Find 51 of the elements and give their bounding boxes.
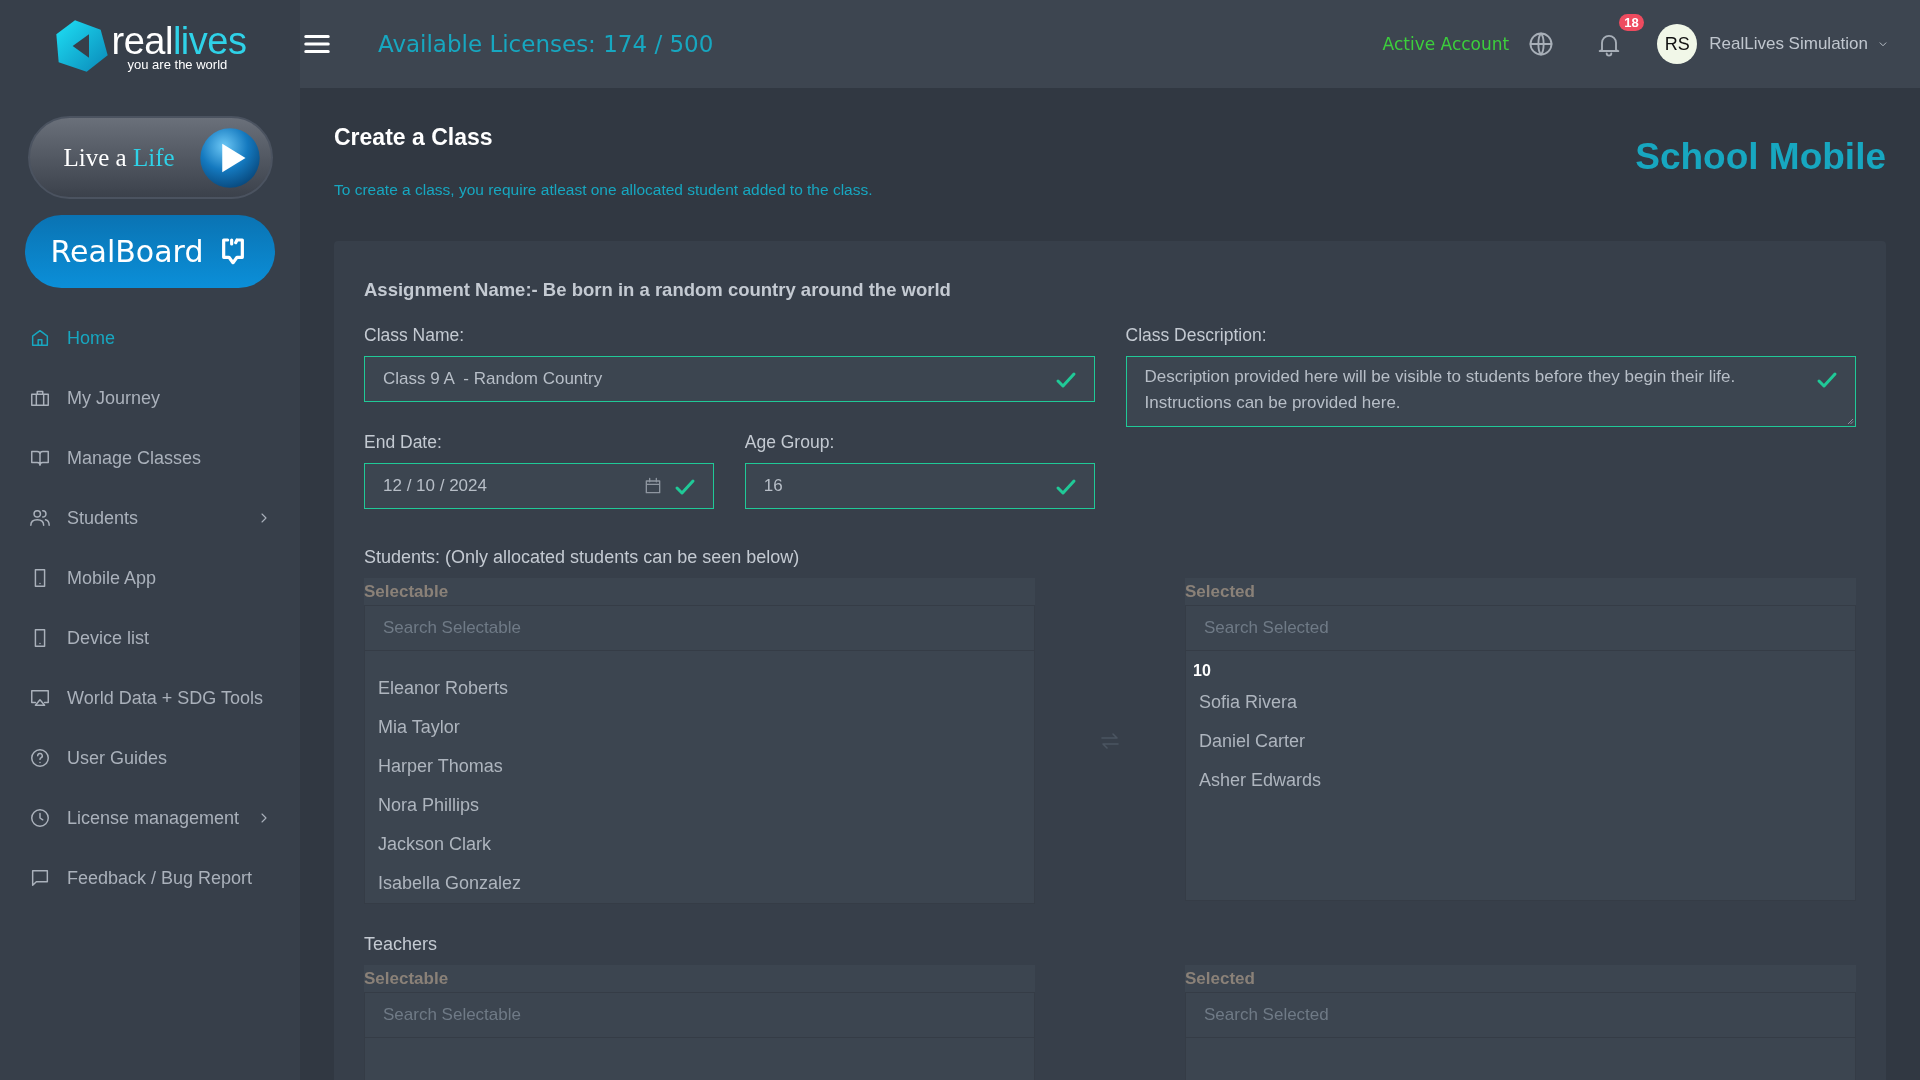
list-item[interactable]: Isabella Gonzalez — [365, 864, 1034, 903]
licenses-count: Available Licenses: 174 / 500 — [378, 31, 715, 57]
realboard-button[interactable]: RealBoard — [25, 215, 275, 288]
nav-item[interactable]: World Data + SDG Tools — [0, 668, 272, 728]
help-icon — [29, 747, 51, 769]
clock-icon — [29, 807, 51, 829]
input-field[interactable]: 16 — [744, 463, 1095, 509]
date-field[interactable]: 12 / 10 / 2024 — [364, 463, 714, 509]
screen-icon — [29, 687, 51, 709]
nav-item[interactable]: Manage Classes — [0, 428, 272, 488]
product-title: School Mobile — [1635, 136, 1886, 178]
nav-item[interactable]: My Journey — [0, 368, 272, 428]
logo-tagline: you are the world — [127, 57, 229, 71]
account-status: Active Account — [1382, 34, 1510, 54]
hint-text: To create a class, you require atleast one allocated student added to the class. — [334, 181, 873, 199]
nav-item[interactable]: User Guides — [0, 728, 272, 788]
field-label: Class Description: — [1125, 325, 1268, 346]
list-item[interactable]: Mia Taylor — [365, 708, 1034, 747]
live-a-life-button[interactable]: Live a Life — [27, 116, 273, 199]
section-label: Teachers — [364, 934, 439, 955]
list-item[interactable]: Asher Edwards — [1186, 761, 1855, 800]
list-item[interactable]: Harper Thomas — [365, 747, 1034, 786]
field-label: Class Name: — [364, 325, 466, 346]
user-avatar[interactable]: RS — [1657, 24, 1698, 64]
list-item[interactable]: Eleanor Roberts — [365, 669, 1034, 708]
list-item[interactable]: Sofia Rivera — [1186, 683, 1855, 722]
nav-item[interactable]: Students — [0, 488, 272, 548]
text-area[interactable]: Description provided here will be visible to students before they begin their life. Instructions can be provided here. — [1125, 356, 1856, 427]
nav-item[interactable]: Mobile App — [0, 548, 272, 608]
logo-wordmark: reallives — [111, 21, 247, 60]
home-icon — [29, 327, 51, 349]
nav-item[interactable]: Feedback / Bug Report — [0, 848, 272, 908]
group-label: 10 — [1192, 661, 1212, 681]
nav-item[interactable]: Device list — [0, 608, 272, 668]
list-item[interactable]: Daniel Carter — [1186, 722, 1855, 761]
page-title: Create a Class — [334, 124, 494, 151]
section-label: Students: (Only allocated students can be seen below) — [364, 547, 801, 568]
list-item[interactable]: Nora Phillips — [365, 786, 1034, 825]
user-menu[interactable]: RealLives Simulation — [1709, 34, 1890, 54]
logo-mark-icon — [53, 18, 110, 74]
input-field[interactable]: Class 9 A - Random Country — [364, 356, 1095, 402]
field-label: Age Group: — [744, 432, 836, 453]
notification-badge: 18 — [1619, 14, 1644, 31]
list-item[interactable]: Jackson Clark — [365, 825, 1034, 864]
nav-item[interactable]: License management — [0, 788, 272, 848]
chat-icon — [29, 867, 51, 889]
users-icon — [29, 507, 51, 529]
nav-item[interactable]: Home — [0, 308, 272, 368]
play-icon — [198, 126, 261, 189]
field-label: End Date: — [364, 432, 443, 453]
assignment-name: Assignment Name:- Be born in a random country around the world — [364, 279, 952, 301]
